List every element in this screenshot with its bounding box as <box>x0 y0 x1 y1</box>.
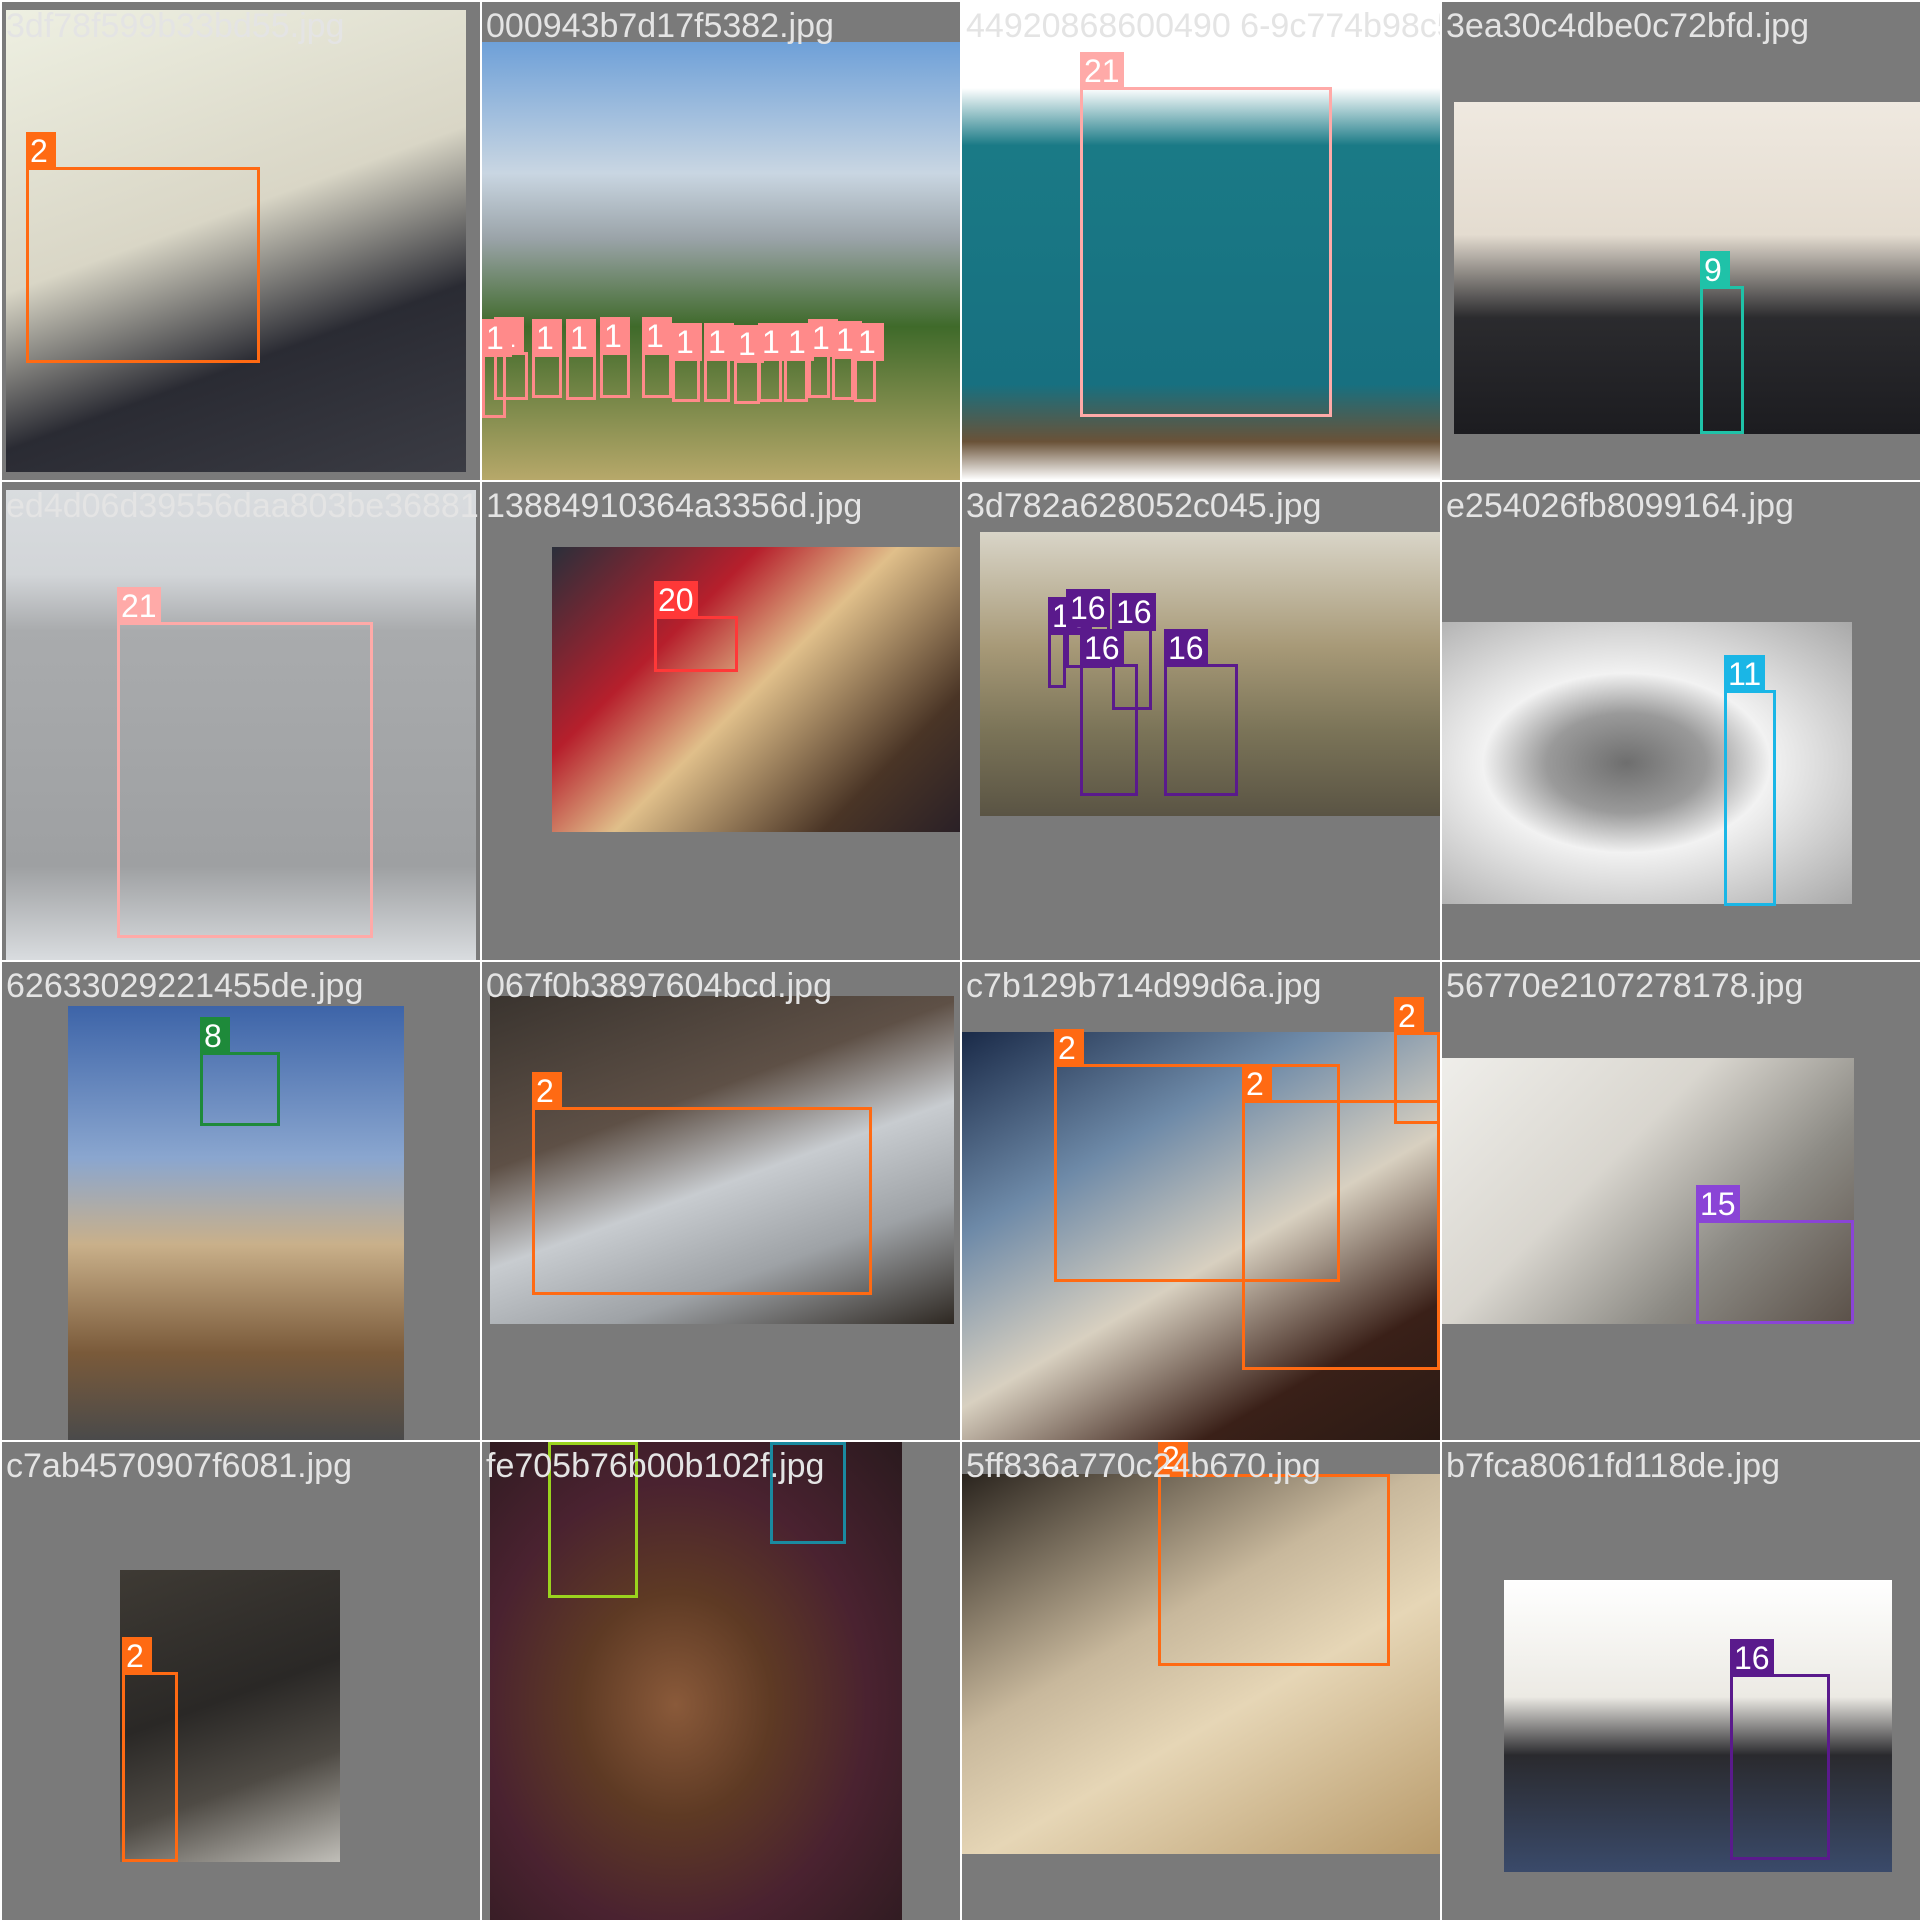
bbox-1: 1 <box>808 319 838 398</box>
tile-6: 13884910364a3356d.jpg 20 <box>482 482 960 960</box>
class-label: 1 <box>482 319 512 357</box>
bbox-1: 1 <box>832 321 862 400</box>
class-label: 2 <box>1054 1029 1084 1067</box>
bbox-21: 21 <box>117 587 373 938</box>
tile-7: 3d782a628052c045.jpg 16 16 16 16 16 <box>962 482 1440 960</box>
bbox-16: 16 <box>1048 597 1092 688</box>
bbox-20: 20 <box>654 581 738 672</box>
bbox-2: 2 <box>1158 1442 1390 1666</box>
filename-label: 13884910364a3356d.jpg <box>486 487 863 525</box>
photo-mountain-hikers <box>482 42 960 480</box>
class-label: 1 <box>704 323 734 361</box>
bbox-1: 1 <box>642 317 672 398</box>
tile-3: 44920868600490 6-9c774b98c5ae3c4dbe0c72b… <box>962 2 1440 480</box>
bbox-1: 1 <box>566 319 596 400</box>
filename-label: 3d782a628052c045.jpg <box>966 487 1322 525</box>
class-label: 16 <box>1080 629 1124 667</box>
filename-label: 3ea30c4dbe0c72bfd.jpg <box>1446 7 1809 45</box>
bbox-1: 1 <box>854 323 884 402</box>
filename-label: 000943b7d17f5382.jpg <box>486 7 834 45</box>
photo-plate-spoon <box>1442 622 1852 904</box>
filename-label: c7b129b714d99d6a.jpg <box>966 967 1322 1005</box>
bbox-1: 1 <box>704 323 734 402</box>
bbox-1: 1 <box>672 323 702 402</box>
tile-15: 5ff836a770c24b670.jpg 2 <box>962 1442 1440 1920</box>
bbox-9: 9 <box>1700 251 1744 434</box>
bbox-15: 15 <box>1696 1185 1854 1324</box>
filename-label: 3df78f599b33bd55.jpg <box>6 7 345 45</box>
class-label: 1 <box>566 319 596 357</box>
filename-label: ed4d06d39556daa803be368813384910364a3356… <box>6 487 480 525</box>
photo-speaker-tie <box>1454 102 1920 434</box>
tile-10: 067f0b3897604bcd.jpg 2 <box>482 962 960 1440</box>
class-label: 16 <box>1112 593 1156 631</box>
tile-4: 3ea30c4dbe0c72bfd.jpg 9 <box>1442 2 1920 480</box>
class-label: 8 <box>200 1017 230 1055</box>
tile-1: 3df78f599b33bd55.jpg 2 <box>2 2 480 480</box>
tile-9: 62633029221455de.jpg 8 <box>2 962 480 1440</box>
filename-label: fe705b76b00b102f.jpg <box>486 1447 825 1485</box>
class-label: 16 <box>1164 629 1208 667</box>
tile-11: c7b129b714d99d6a.jpg 2 2 2 <box>962 962 1440 1440</box>
detection-grid: 3df78f599b33bd55.jpg 2 000943b7d17f5382.… <box>0 0 1920 1920</box>
filename-label: e254026fb8099164.jpg <box>1446 487 1794 525</box>
bbox-16: 16 <box>1730 1639 1830 1860</box>
class-label: 1 <box>672 323 702 361</box>
tile-12: 56770e2107278178.jpg 15 <box>1442 962 1920 1440</box>
photo-woman-sunglasses <box>552 547 960 832</box>
tile-16: b7fca8061fd118de.jpg 16 <box>1442 1442 1920 1920</box>
filename-label: b7fca8061fd118de.jpg <box>1446 1447 1781 1485</box>
bbox-2: 2 <box>26 132 260 363</box>
bbox-1: 1 <box>734 325 764 404</box>
class-label: 2 <box>122 1637 152 1675</box>
filename-label: 62633029221455de.jpg <box>6 967 364 1005</box>
bbox-1: 1 <box>482 319 512 418</box>
filename-label: c7ab4570907f6081.jpg <box>6 1447 352 1485</box>
bbox-1: 1 <box>758 323 788 402</box>
class-label: 15 <box>1696 1185 1740 1223</box>
class-label: 2 <box>532 1072 562 1110</box>
bbox-2: 2 <box>1394 997 1440 1124</box>
class-label: 16 <box>1730 1639 1774 1677</box>
class-label: 11 <box>1724 655 1766 693</box>
tile-14: fe705b76b00b102f.jpg 6 10 <box>482 1442 960 1920</box>
class-label: 9 <box>1700 251 1730 289</box>
tile-8: e254026fb8099164.jpg 11 <box>1442 482 1920 960</box>
filename-label: 067f0b3897604bcd.jpg <box>486 967 832 1005</box>
class-label: 16 <box>1066 589 1110 627</box>
class-label: 1 <box>854 323 884 361</box>
tile-2: 000943b7d17f5382.jpg 1 1 1 1 1 1 1 1 1 1 <box>482 2 960 480</box>
bbox-16: 16 <box>1080 629 1138 796</box>
bbox-2: 2 <box>1242 1065 1440 1370</box>
bbox-8: 8 <box>200 1017 280 1126</box>
bbox-1: 1 <box>532 319 562 398</box>
class-label: 20 <box>654 581 698 619</box>
tile-5: ed4d06d39556daa803be368813384910364a3356… <box>2 482 480 960</box>
bbox-2: 2 <box>532 1072 872 1295</box>
class-label: 21 <box>117 587 161 625</box>
filename-label: 44920868600490 6-9c774b98c5ae3c4dbe0c72b… <box>966 7 1440 45</box>
class-label: 2 <box>1394 997 1424 1035</box>
class-label: 1 <box>532 319 562 357</box>
class-label: 21 <box>1080 52 1124 90</box>
tile-13: c7ab4570907f6081.jpg 2 <box>2 1442 480 1920</box>
bbox-1: 1 <box>784 323 814 402</box>
photo-meeting-room <box>1504 1580 1892 1872</box>
bbox-21: 21 <box>1080 52 1332 417</box>
class-label: 2 <box>1242 1065 1272 1103</box>
filename-label: 56770e2107278178.jpg <box>1446 967 1804 1005</box>
bbox-1: 1 <box>600 317 630 398</box>
bbox-16: 16 <box>1164 629 1238 796</box>
class-label: 1 <box>600 317 630 355</box>
class-label: 2 <box>26 132 56 170</box>
bbox-2: 2 <box>122 1637 178 1862</box>
bbox-11: 11 <box>1724 655 1776 906</box>
filename-label: 5ff836a770c24b670.jpg <box>966 1447 1321 1485</box>
class-label: 1 <box>642 317 672 355</box>
